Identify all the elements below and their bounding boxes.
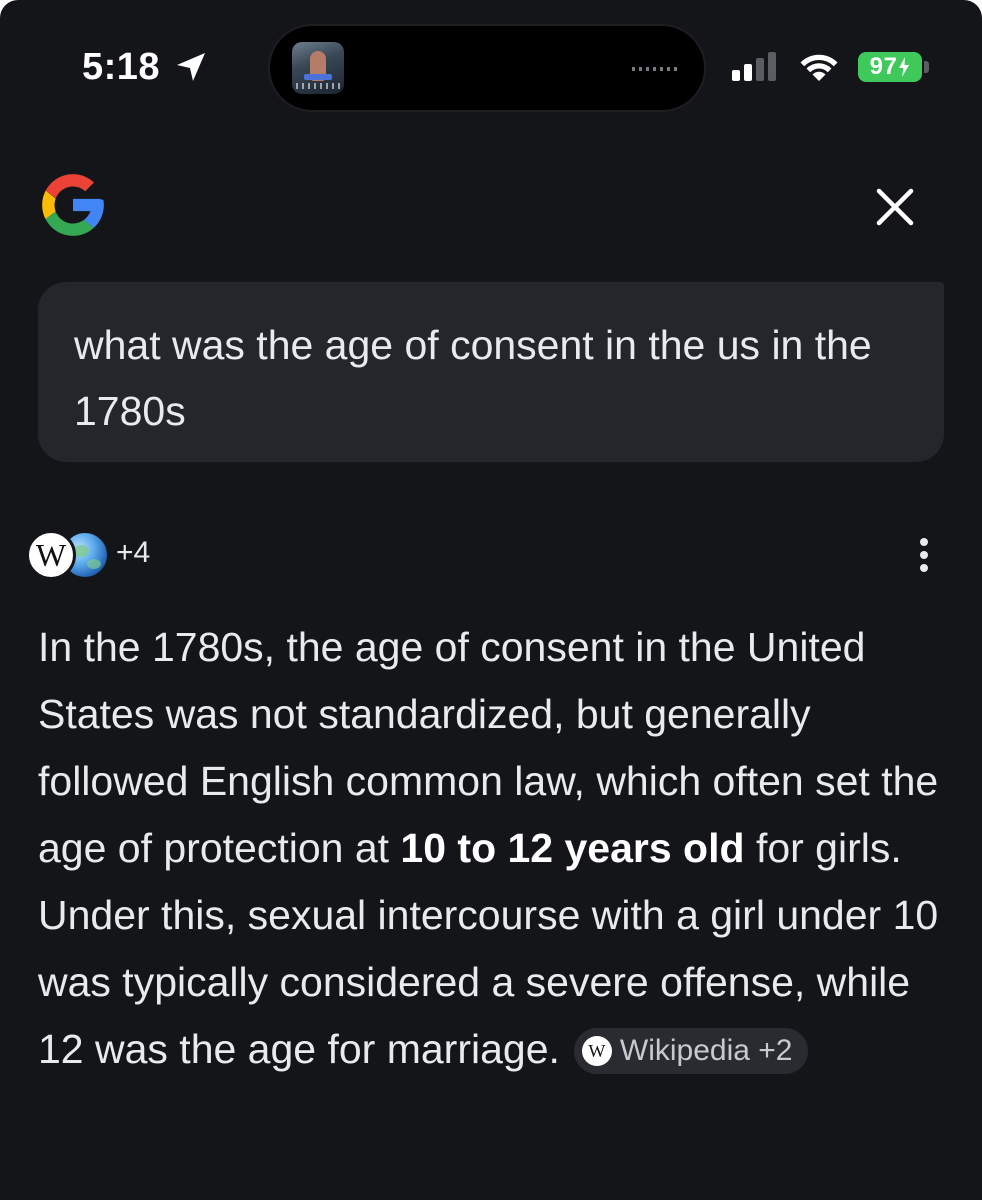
more-vertical-icon[interactable] <box>912 536 936 574</box>
close-button[interactable] <box>868 180 922 234</box>
phone-screen: 5:18 97 what was the age of consent in t… <box>0 0 982 1200</box>
wikipedia-chip-icon: W <box>581 1036 612 1066</box>
now-playing-thumbnail[interactable] <box>292 42 344 94</box>
battery-charging-icon: 97 <box>858 52 922 82</box>
wifi-icon <box>800 54 838 81</box>
answer-highlight: 10 to 12 years old <box>400 825 745 871</box>
close-icon <box>876 188 914 226</box>
search-query-bubble[interactable]: what was the age of consent in the us in… <box>38 282 944 462</box>
battery-level: 97 <box>869 53 898 80</box>
citation-label: Wikipedia +2 <box>619 1034 793 1067</box>
more-sources-count[interactable]: +4 <box>116 536 150 570</box>
cellular-signal-icon <box>732 52 776 81</box>
wikipedia-icon[interactable]: W <box>26 530 76 580</box>
battery-tip <box>924 61 929 73</box>
dynamic-island[interactable] <box>268 24 706 112</box>
charging-bolt-icon <box>899 57 910 77</box>
citation-chip[interactable]: W Wikipedia +2 <box>573 1028 809 1074</box>
status-time: 5:18 <box>82 46 161 88</box>
ai-overview-answer: In the 1780s, the age of consent in the … <box>38 614 950 1083</box>
google-logo-icon[interactable] <box>36 168 110 242</box>
audio-activity-indicator <box>632 67 680 71</box>
location-arrow-icon <box>177 53 205 81</box>
